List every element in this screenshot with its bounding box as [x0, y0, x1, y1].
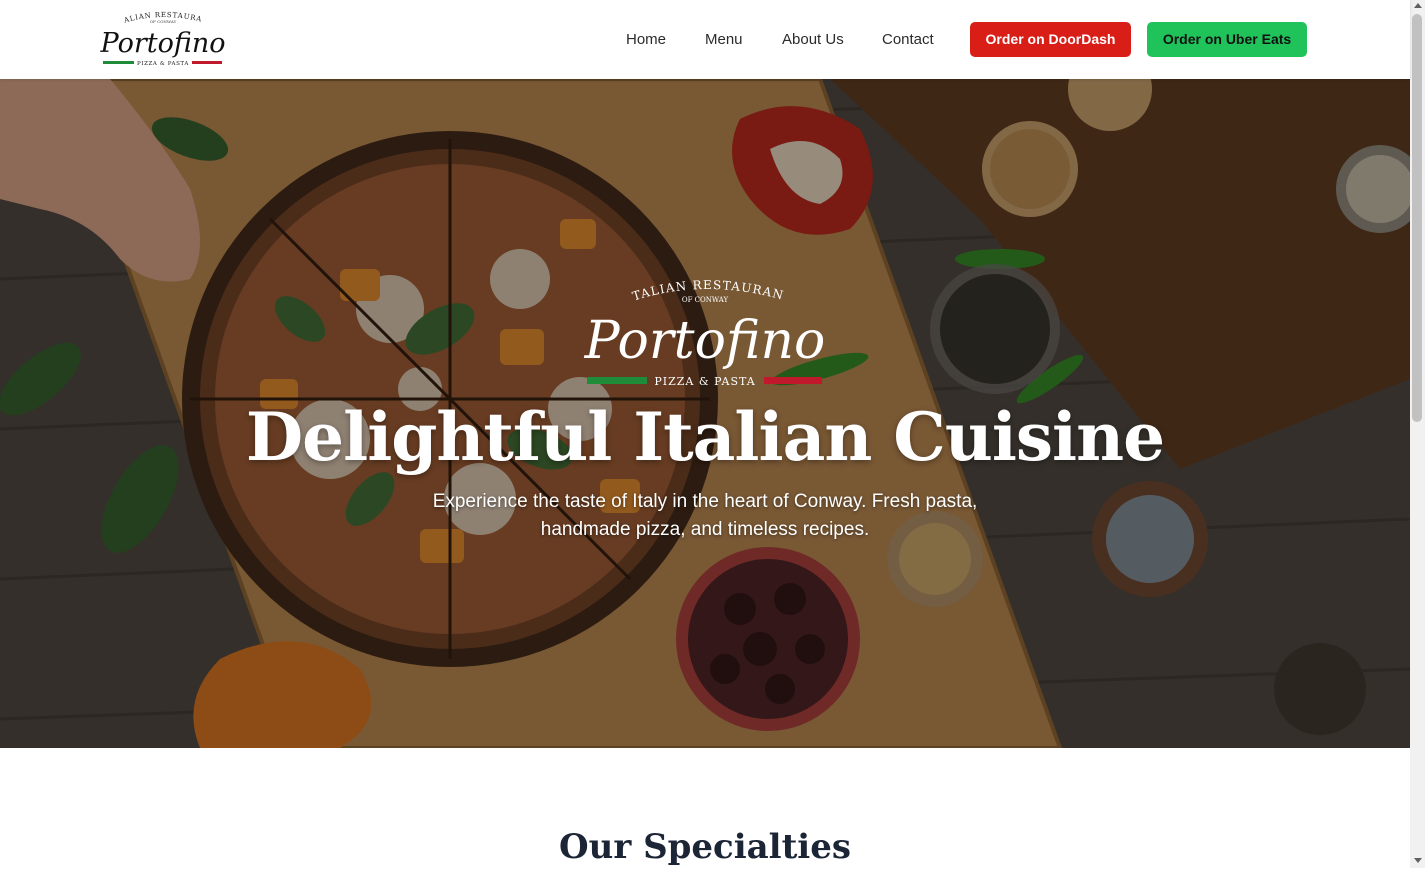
nav-about-link[interactable]: About Us: [782, 31, 844, 48]
hero-title: Delightful Italian Cuisine: [245, 398, 1165, 476]
svg-text:ITALIAN RESTAURANT: ITALIAN RESTAURANT: [575, 275, 786, 304]
scroll-up-arrow-icon[interactable]: [1414, 3, 1422, 8]
hero-flag-green: [587, 377, 647, 384]
hero-logo-arc-text: ITALIAN RESTAURANT: [575, 275, 786, 304]
logo-tagline: PIZZA & PASTA: [137, 61, 189, 67]
brand-logo[interactable]: ITALIAN RESTAURANT OF CONWAY Portofino P…: [100, 10, 226, 70]
scrollbar-thumb[interactable]: [1412, 14, 1422, 422]
nav-contact-link[interactable]: Contact: [882, 31, 934, 48]
hero-subtitle: Experience the taste of Italy in the hea…: [432, 491, 978, 540]
hero-logo-sub-arc: OF CONWAY: [682, 296, 729, 304]
hero-section: ITALIAN RESTAURANT OF CONWAY Portofino P…: [0, 79, 1410, 748]
hero-logo-name: Portofino: [584, 311, 826, 371]
specialties-title: Our Specialties: [558, 827, 851, 867]
nav-home-link[interactable]: Home: [626, 31, 666, 48]
site-header: ITALIAN RESTAURANT OF CONWAY Portofino P…: [0, 0, 1410, 79]
logo-sub-arc: OF CONWAY: [150, 19, 177, 24]
logo-flag-green: [103, 61, 134, 64]
scroll-down-arrow-icon[interactable]: [1414, 858, 1422, 863]
hero-logo-tagline: PIZZA & PASTA: [654, 375, 755, 387]
logo-name: Portofino: [100, 28, 226, 59]
logo-flag-red: [192, 61, 222, 64]
hero-logo: ITALIAN RESTAURANT OF CONWAY Portofino P…: [570, 264, 835, 388]
order-ubereats-button[interactable]: Order on Uber Eats: [1147, 22, 1307, 57]
order-doordash-button[interactable]: Order on DoorDash: [970, 22, 1131, 57]
hero-flag-red: [764, 377, 822, 384]
page-scrollbar[interactable]: [1410, 0, 1425, 868]
nav-menu-link[interactable]: Menu: [705, 31, 743, 48]
